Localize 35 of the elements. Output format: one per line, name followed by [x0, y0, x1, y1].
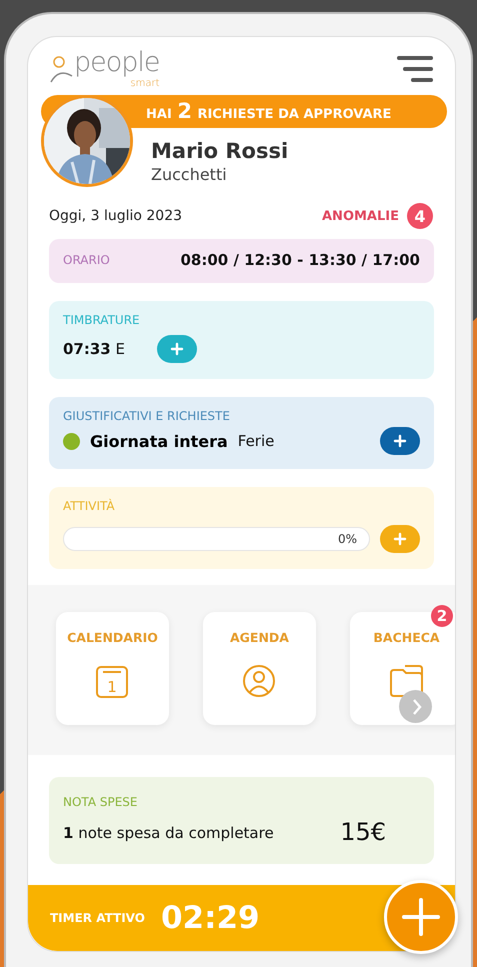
tile-label: CALENDARIO — [67, 630, 158, 645]
card-title: NOTA SPESE — [63, 795, 138, 809]
timer-value: 02:29 — [160, 900, 260, 936]
shortcut-tile[interactable]: CALENDARIO 1 — [56, 612, 169, 725]
punch-time: 07:33 E — [63, 340, 125, 358]
work-hours: 08:00 / 12:30 - 13:30 / 17:00 — [180, 251, 420, 269]
plus-icon — [401, 897, 441, 937]
request-detail: Ferie — [238, 432, 274, 450]
menu-icon[interactable] — [397, 56, 433, 82]
plus-icon — [170, 342, 184, 356]
progress-reading: 0% — [338, 532, 357, 546]
timer-label: TIMER ATTIVO — [50, 911, 145, 925]
shortcut-tile[interactable]: AGENDA — [203, 612, 316, 725]
anomalies-count-badge: 4 — [407, 203, 433, 229]
calendar-icon: 1 — [95, 663, 130, 699]
company-name: Zucchetti — [151, 165, 227, 184]
add-button[interactable] — [157, 335, 197, 363]
user-circle-icon — [242, 663, 277, 699]
expense-amount: 15€ — [340, 818, 386, 846]
tile-label: BACHECA — [373, 630, 440, 645]
expense-summary: 1 note spesa da completare — [63, 824, 274, 842]
notification-badge: 2 — [431, 605, 453, 627]
card-title: ORARIO — [63, 253, 110, 267]
anomalies-link[interactable]: ANOMALIE — [322, 208, 399, 224]
plus-icon — [393, 532, 407, 546]
add-button[interactable] — [380, 427, 420, 455]
request-type: Giornata intera — [90, 432, 228, 450]
card-title: ATTIVITÀ — [63, 499, 116, 513]
app-logo: people smart — [46, 48, 160, 90]
tile-label: AGENDA — [230, 630, 289, 645]
card-title: GIUSTIFICATIVI E RICHIESTE — [63, 409, 231, 423]
user-name: Mario Rossi — [151, 139, 288, 163]
plus-icon — [393, 434, 407, 448]
card-title: TIMBRATURE — [63, 313, 141, 327]
current-date: Oggi, 3 luglio 2023 — [49, 208, 182, 224]
